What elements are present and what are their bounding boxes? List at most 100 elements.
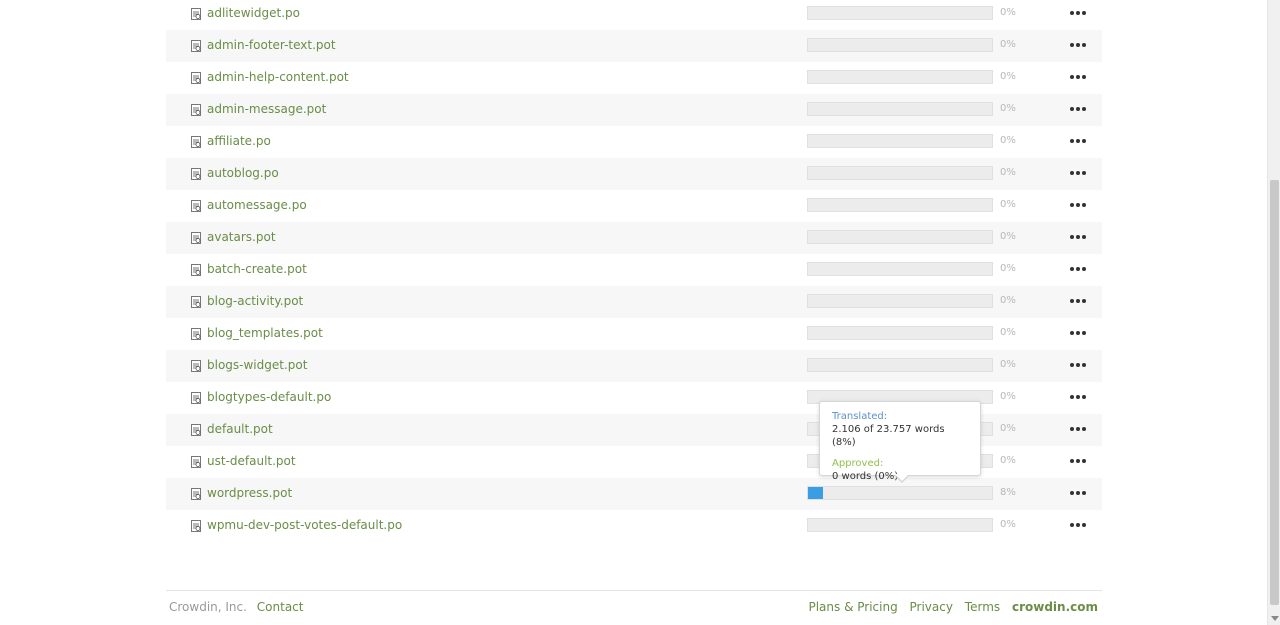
- footer-contact-link[interactable]: Contact: [257, 600, 304, 614]
- file-name-link[interactable]: affiliate.po: [207, 134, 271, 148]
- file-name-link[interactable]: blogs-widget.pot: [207, 358, 307, 372]
- more-options-icon[interactable]: [1066, 229, 1090, 245]
- file-icon: [190, 392, 202, 404]
- file-icon: [190, 424, 202, 436]
- file-name-link[interactable]: admin-footer-text.pot: [207, 38, 336, 52]
- translation-progress-bar[interactable]: [807, 518, 993, 532]
- footer-divider: [166, 590, 1102, 591]
- more-options-icon[interactable]: [1066, 389, 1090, 405]
- more-options-icon[interactable]: [1066, 485, 1090, 501]
- footer: Crowdin, Inc. Contact Plans & Pricing Pr…: [166, 598, 1102, 618]
- file-icon: [190, 168, 202, 180]
- progress-percent: 0%: [1000, 263, 1016, 274]
- translation-progress-bar[interactable]: [807, 38, 993, 52]
- file-name-link[interactable]: avatars.pot: [207, 230, 276, 244]
- progress-percent: 0%: [1000, 455, 1016, 466]
- file-row: automessage.po 0%: [166, 190, 1102, 222]
- more-options-icon[interactable]: [1066, 5, 1090, 21]
- file-row: blogs-widget.pot 0%: [166, 350, 1102, 382]
- scroll-down-arrow-icon[interactable]: [1271, 616, 1279, 621]
- translation-progress-bar[interactable]: [807, 230, 993, 244]
- file-name-link[interactable]: adlitewidget.po: [207, 6, 300, 20]
- file-row: affiliate.po 0%: [166, 126, 1102, 158]
- file-name-link[interactable]: autoblog.po: [207, 166, 279, 180]
- footer-right: Plans & Pricing Privacy Terms crowdin.co…: [800, 600, 1098, 614]
- file-icon: [190, 8, 202, 20]
- footer-terms-link[interactable]: Terms: [965, 600, 1000, 614]
- file-row: admin-message.pot 0%: [166, 94, 1102, 126]
- file-name-link[interactable]: blog_templates.pot: [207, 326, 323, 340]
- file-icon: [190, 232, 202, 244]
- translation-progress-bar[interactable]: [807, 358, 993, 372]
- file-row: admin-footer-text.pot 0%: [166, 30, 1102, 62]
- file-row: batch-create.pot 0%: [166, 254, 1102, 286]
- progress-percent: 0%: [1000, 359, 1016, 370]
- file-name-link[interactable]: blogtypes-default.po: [207, 390, 331, 404]
- progress-percent: 0%: [1000, 103, 1016, 114]
- progress-percent: 0%: [1000, 167, 1016, 178]
- more-options-icon[interactable]: [1066, 101, 1090, 117]
- more-options-icon[interactable]: [1066, 69, 1090, 85]
- footer-privacy-link[interactable]: Privacy: [910, 600, 953, 614]
- progress-percent: 0%: [1000, 135, 1016, 146]
- more-options-icon[interactable]: [1066, 37, 1090, 53]
- file-name-link[interactable]: admin-message.pot: [207, 102, 326, 116]
- footer-left: Crowdin, Inc. Contact: [169, 600, 303, 614]
- progress-percent: 0%: [1000, 71, 1016, 82]
- file-name-link[interactable]: ust-default.pot: [207, 454, 296, 468]
- more-options-icon[interactable]: [1066, 357, 1090, 373]
- more-options-icon[interactable]: [1066, 165, 1090, 181]
- translation-progress-bar[interactable]: [807, 198, 993, 212]
- footer-plans-link[interactable]: Plans & Pricing: [808, 600, 897, 614]
- progress-percent: 0%: [1000, 423, 1016, 434]
- translation-progress-bar[interactable]: [807, 326, 993, 340]
- file-row: wpmu-dev-post-votes-default.po 0%: [166, 510, 1102, 542]
- translation-progress-bar[interactable]: [807, 70, 993, 84]
- file-icon: [190, 360, 202, 372]
- progress-percent: 0%: [1000, 391, 1016, 402]
- translation-progress-bar[interactable]: [807, 6, 993, 20]
- more-options-icon[interactable]: [1066, 261, 1090, 277]
- file-name-link[interactable]: blog-activity.pot: [207, 294, 303, 308]
- more-options-icon[interactable]: [1066, 517, 1090, 533]
- file-icon: [190, 104, 202, 116]
- translation-progress-bar[interactable]: [807, 102, 993, 116]
- file-name-link[interactable]: wordpress.pot: [207, 486, 292, 500]
- file-name-link[interactable]: admin-help-content.pot: [207, 70, 349, 84]
- translation-progress-bar[interactable]: [807, 166, 993, 180]
- file-name-link[interactable]: wpmu-dev-post-votes-default.po: [207, 518, 402, 532]
- progress-percent: 8%: [1000, 487, 1016, 498]
- footer-brand-link[interactable]: crowdin.com: [1012, 600, 1098, 614]
- file-row: adlitewidget.po 0%: [166, 0, 1102, 30]
- more-options-icon[interactable]: [1066, 293, 1090, 309]
- file-icon: [190, 72, 202, 84]
- file-name-link[interactable]: automessage.po: [207, 198, 307, 212]
- file-icon: [190, 136, 202, 148]
- file-icon: [190, 328, 202, 340]
- more-options-icon[interactable]: [1066, 453, 1090, 469]
- file-name-link[interactable]: default.pot: [207, 422, 273, 436]
- scrollbar-thumb[interactable]: [1270, 180, 1279, 605]
- more-options-icon[interactable]: [1066, 197, 1090, 213]
- file-name-link[interactable]: batch-create.pot: [207, 262, 307, 276]
- more-options-icon[interactable]: [1066, 133, 1090, 149]
- vertical-scrollbar[interactable]: [1267, 0, 1280, 625]
- progress-tooltip: Translated: 2.106 of 23.757 words (8%) A…: [819, 401, 981, 483]
- translation-progress-bar[interactable]: [807, 486, 993, 500]
- file-icon: [190, 264, 202, 276]
- tooltip-approved-label: Approved:: [832, 458, 884, 469]
- translation-progress-bar[interactable]: [807, 134, 993, 148]
- progress-percent: 0%: [1000, 199, 1016, 210]
- file-row: blog-activity.pot 0%: [166, 286, 1102, 318]
- file-icon: [190, 200, 202, 212]
- more-options-icon[interactable]: [1066, 325, 1090, 341]
- progress-fill: [808, 487, 823, 499]
- tooltip-translated-label: Translated:: [832, 411, 888, 422]
- file-row: blog_templates.pot 0%: [166, 318, 1102, 350]
- progress-percent: 0%: [1000, 7, 1016, 18]
- translation-progress-bar[interactable]: [807, 262, 993, 276]
- progress-percent: 0%: [1000, 39, 1016, 50]
- more-options-icon[interactable]: [1066, 421, 1090, 437]
- progress-percent: 0%: [1000, 519, 1016, 530]
- translation-progress-bar[interactable]: [807, 294, 993, 308]
